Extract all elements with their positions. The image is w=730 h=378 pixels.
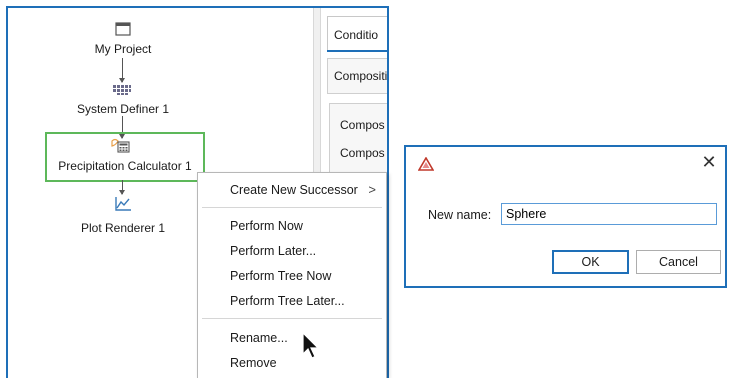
menu-separator — [202, 318, 382, 319]
menu-item-label: Perform Tree Later... — [230, 294, 345, 308]
menu-item-perform-now[interactable]: Perform Now — [198, 214, 386, 238]
ok-button[interactable]: OK — [552, 250, 629, 274]
tab-active-indicator — [327, 50, 387, 52]
composition-group: Compositi — [327, 58, 388, 94]
menu-item-label: Perform Later... — [230, 244, 317, 258]
composition-panel: Compos Compos — [329, 103, 387, 183]
menu-item-label: Perform Tree Now — [230, 269, 332, 283]
menu-item-perform-later[interactable]: Perform Later... — [198, 239, 386, 263]
context-menu: Create New Successor > Perform Now Perfo… — [197, 172, 387, 378]
new-name-label: New name: — [428, 208, 492, 222]
menu-separator — [202, 207, 382, 208]
menu-item-create-new-successor[interactable]: Create New Successor > — [198, 178, 386, 202]
calculator-icon[interactable] — [110, 138, 132, 157]
tree-node-my-project[interactable]: My Project — [70, 42, 176, 56]
tab-conditions-label: Conditio — [334, 28, 379, 42]
tree-node-plot-renderer[interactable]: Plot Renderer 1 — [70, 221, 176, 235]
chevron-right-icon: > — [368, 182, 376, 197]
menu-item-label: Create New Successor — [230, 183, 358, 197]
cancel-button[interactable]: Cancel — [636, 250, 721, 274]
window-icon[interactable] — [115, 22, 131, 39]
new-name-input[interactable] — [501, 203, 717, 225]
close-icon[interactable]: ✕ — [699, 153, 719, 171]
composition-group-label: Compositi — [334, 69, 388, 83]
menu-item-perform-tree-later[interactable]: Perform Tree Later... — [198, 289, 386, 313]
rename-dialog: ✕ New name: OK Cancel — [404, 145, 727, 288]
menu-item-label: Remove — [230, 356, 277, 370]
menu-item-label: Perform Now — [230, 219, 303, 233]
line-chart-icon[interactable] — [114, 196, 132, 215]
grid-icon[interactable] — [112, 84, 132, 99]
menu-item-perform-tree-now[interactable]: Perform Tree Now — [198, 264, 386, 288]
composition-row-label: Compos — [340, 118, 385, 132]
tab-conditions[interactable]: Conditio — [327, 16, 387, 50]
connector-arrow — [119, 190, 125, 195]
tree-node-precipitation-calculator[interactable]: Precipitation Calculator 1 — [46, 159, 204, 173]
connector-arrow — [119, 78, 125, 83]
menu-item-rename[interactable]: Rename... — [198, 326, 386, 350]
app-logo-icon — [417, 156, 435, 174]
tree-node-system-definer[interactable]: System Definer 1 — [60, 102, 186, 116]
menu-item-remove[interactable]: Remove — [198, 351, 386, 375]
menu-item-label: Rename... — [230, 331, 288, 345]
mouse-cursor-icon — [302, 331, 322, 363]
composition-row-label: Compos — [340, 146, 385, 160]
